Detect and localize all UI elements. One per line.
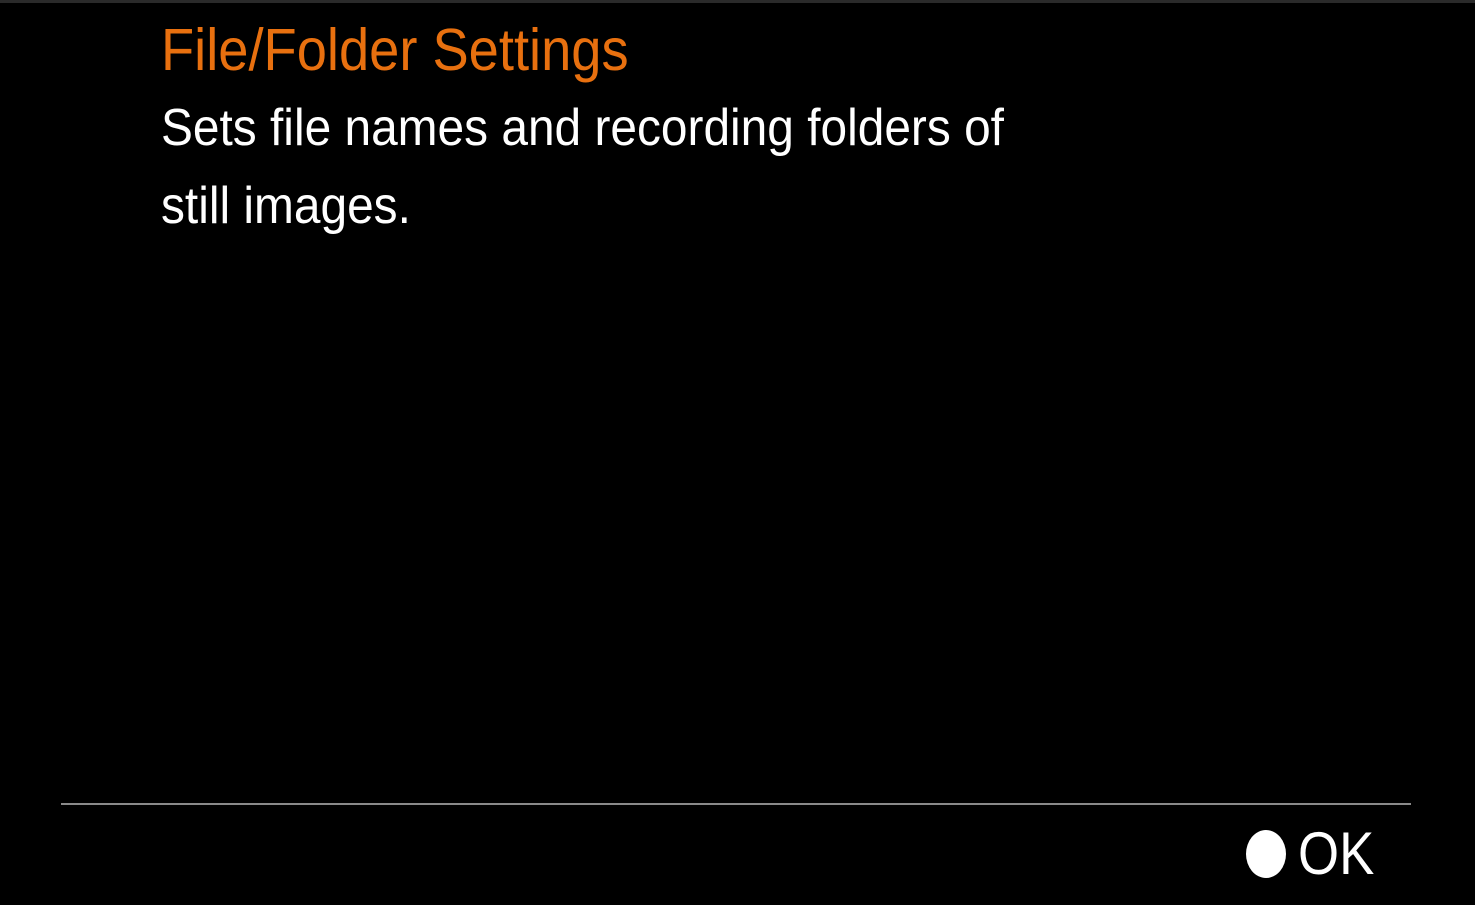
ok-button[interactable]: OK	[1246, 821, 1385, 887]
help-description: Sets file names and recording folders of…	[161, 99, 1004, 235]
footer-divider	[61, 803, 1411, 805]
filled-circle-icon	[1246, 830, 1286, 878]
help-screen: File/Folder Settings Sets file names and…	[0, 0, 1475, 905]
page-title: File/Folder Settings	[161, 17, 629, 83]
ok-label: OK	[1298, 820, 1375, 887]
